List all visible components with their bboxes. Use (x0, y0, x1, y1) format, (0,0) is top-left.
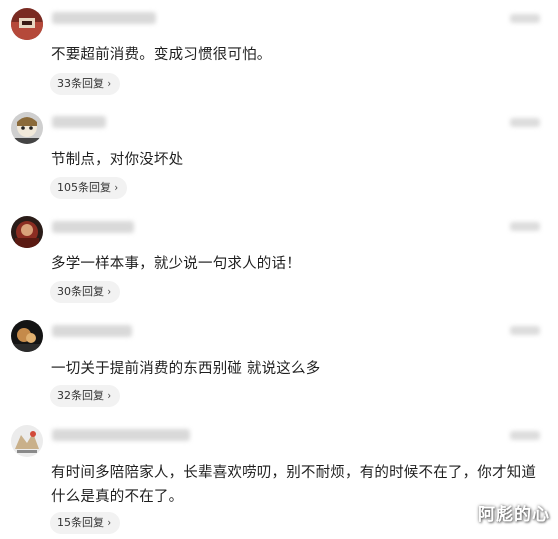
timestamp-blurred (510, 431, 540, 440)
avatar[interactable] (11, 216, 43, 248)
comment-text: 节制点，对你没坏处 (51, 152, 184, 168)
chevron-right-icon: › (107, 516, 111, 529)
reply-count-label: 32条回复 (57, 389, 104, 402)
comment-text: 不要超前消费。变成习惯很可怕。 (51, 47, 272, 63)
comment-text: 多学一样本事，就少说一句求人的话！ (51, 256, 301, 272)
timestamp-blurred (510, 222, 540, 231)
avatar[interactable] (11, 320, 43, 352)
chevron-right-icon: › (114, 181, 118, 194)
comment-text: 有时间多陪陪家人，长辈喜欢唠叨，别不耐烦，有的时候不在了，你才知道什么是真的不在… (51, 465, 537, 505)
timestamp-blurred (510, 118, 540, 127)
reply-count-label: 15条回复 (57, 516, 104, 529)
reply-count-label: 33条回复 (57, 77, 104, 90)
avatar[interactable] (11, 8, 43, 40)
reply-count-label: 30条回复 (57, 285, 104, 298)
avatar[interactable] (11, 112, 43, 144)
timestamp-blurred (510, 14, 540, 23)
chevron-right-icon: › (107, 389, 111, 402)
reply-count-button[interactable]: 15条回复 › (50, 512, 121, 534)
reply-count-label: 105条回复 (57, 181, 111, 194)
avatar[interactable] (11, 425, 43, 457)
username-blurred[interactable] (52, 12, 156, 24)
reply-count-button[interactable]: 30条回复 › (50, 281, 121, 303)
username-blurred[interactable] (52, 116, 106, 128)
comment-text: 一切关于提前消费的东西别碰 就说这么多 (51, 361, 321, 377)
watermark: 阿彪的心 (478, 505, 550, 525)
chevron-right-icon: › (107, 285, 111, 298)
reply-count-button[interactable]: 32条回复 › (50, 385, 121, 407)
reply-count-button[interactable]: 33条回复 › (50, 73, 121, 95)
chevron-right-icon: › (107, 77, 111, 90)
reply-count-button[interactable]: 105条回复 › (50, 177, 128, 199)
username-blurred[interactable] (52, 325, 132, 337)
username-blurred[interactable] (52, 429, 190, 441)
username-blurred[interactable] (52, 221, 134, 233)
timestamp-blurred (510, 326, 540, 335)
